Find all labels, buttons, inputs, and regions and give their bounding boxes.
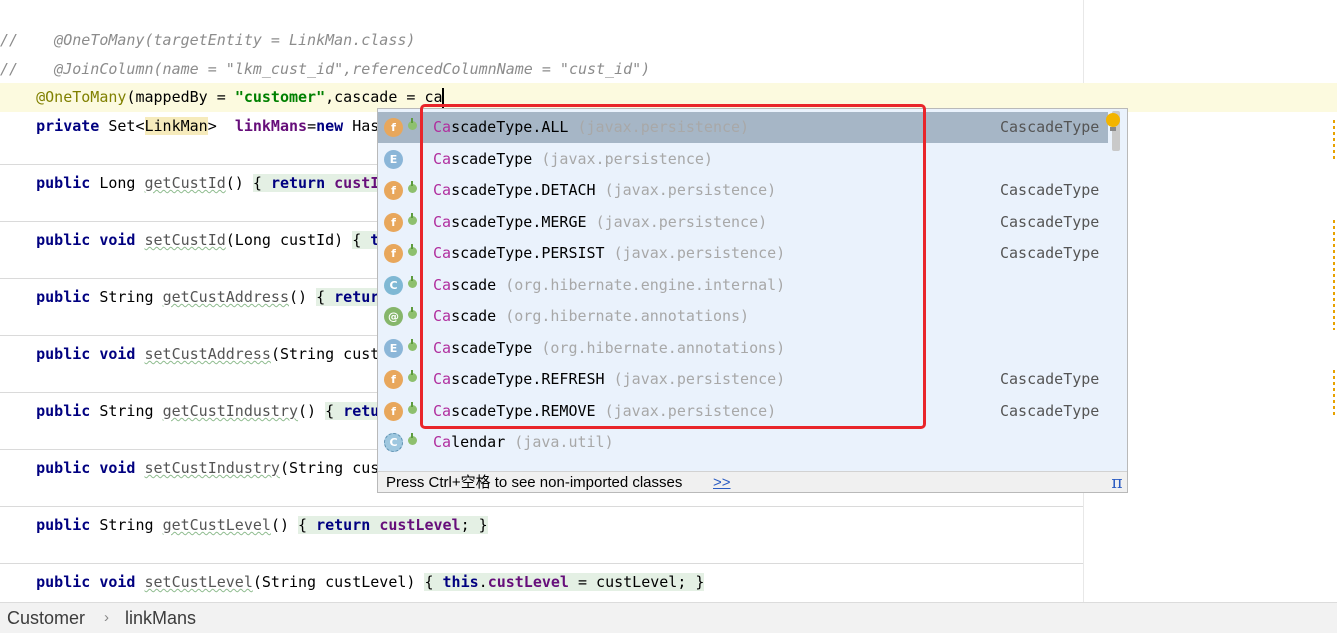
field-icon: f — [384, 370, 403, 389]
error-stripe-mark[interactable] — [1333, 370, 1335, 415]
completion-item[interactable]: E CascadeType (javax.persistence) — [378, 144, 1108, 175]
code-line-comment[interactable]: // @OneToMany(targetEntity = LinkMan.cla… — [0, 26, 1083, 55]
public-visibility-icon — [408, 213, 417, 225]
popup-footer: Press Ctrl+空格 to see non-imported classe… — [378, 471, 1127, 492]
completion-item[interactable]: f CascadeType.DETACH (javax.persistence)… — [378, 175, 1108, 206]
public-visibility-icon — [408, 307, 417, 319]
field-icon: f — [384, 244, 403, 263]
field-icon: f — [384, 402, 403, 421]
completion-item[interactable]: f CascadeType.MERGE (javax.persistence) … — [378, 207, 1108, 238]
completion-item[interactable]: f CascadeType.REFRESH (javax.persistence… — [378, 364, 1108, 395]
method-separator — [0, 563, 1083, 564]
completion-item[interactable]: @ Cascade (org.hibernate.annotations) — [378, 301, 1108, 332]
code-line-comment[interactable]: // @JoinColumn(name = "lkm_cust_id",refe… — [0, 55, 1083, 84]
non-imported-hint: Press Ctrl+空格 to see non-imported classe… — [386, 474, 683, 491]
completion-item[interactable]: C Calendar (java.util) — [378, 427, 1108, 458]
chevron-right-icon: › — [104, 609, 109, 626]
completion-item[interactable]: f CascadeType.PERSIST (javax.persistence… — [378, 238, 1108, 269]
public-visibility-icon — [408, 339, 417, 351]
breadcrumb: Customer › linkMans — [0, 602, 1337, 633]
public-visibility-icon — [408, 181, 417, 193]
breadcrumb-member[interactable]: linkMans — [125, 603, 196, 633]
completion-item[interactable]: E CascadeType (org.hibernate.annotations… — [378, 333, 1108, 364]
completion-item[interactable]: f CascadeType.REMOVE (javax.persistence)… — [378, 396, 1108, 427]
annotation-icon: @ — [384, 307, 403, 326]
public-visibility-icon — [408, 433, 417, 445]
class-icon: C — [384, 276, 403, 295]
code-line-method[interactable]: public String getCustLevel() { return cu… — [0, 511, 1083, 540]
abstract-class-icon: C — [384, 433, 403, 452]
show-more-link[interactable]: >> — [713, 472, 731, 492]
pi-icon[interactable]: π — [1107, 472, 1127, 492]
public-visibility-icon — [408, 370, 417, 382]
public-visibility-icon — [408, 276, 417, 288]
method-separator — [0, 506, 1083, 507]
public-visibility-icon — [408, 402, 417, 414]
completion-item[interactable]: C Cascade (org.hibernate.engine.internal… — [378, 270, 1108, 301]
field-icon: f — [384, 181, 403, 200]
enum-icon: E — [384, 150, 403, 169]
code-completion-popup[interactable]: f CascadeType.ALL (javax.persistence) Ca… — [377, 108, 1128, 493]
field-icon: f — [384, 213, 403, 232]
breadcrumb-class[interactable]: Customer — [7, 603, 85, 633]
enum-icon: E — [384, 339, 403, 358]
text-caret — [441, 87, 444, 108]
field-icon: f — [384, 118, 403, 137]
code-line-method[interactable]: public void setCustLevel(String custLeve… — [0, 568, 1083, 597]
error-stripe-mark[interactable] — [1333, 120, 1335, 160]
completion-item[interactable]: f CascadeType.ALL (javax.persistence) Ca… — [378, 112, 1108, 143]
public-visibility-icon — [408, 118, 417, 130]
public-visibility-icon — [408, 244, 417, 256]
lightbulb-icon[interactable] — [1106, 113, 1120, 131]
error-stripe-mark[interactable] — [1333, 220, 1335, 330]
